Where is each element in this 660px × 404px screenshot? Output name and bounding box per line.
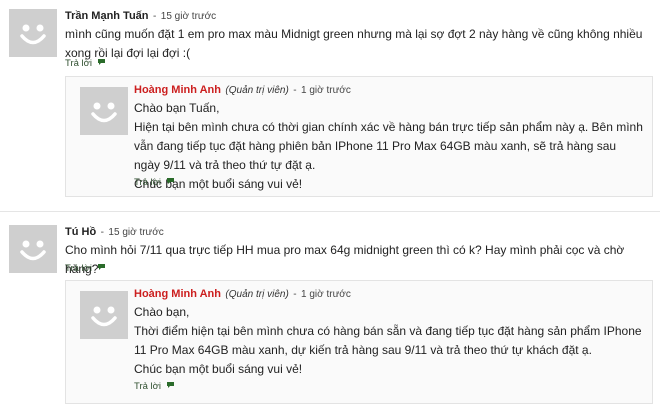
reply-time: 1 giờ trước bbox=[301, 289, 351, 300]
reply-button[interactable]: Trả lời bbox=[134, 381, 175, 392]
speech-bubble-icon bbox=[97, 58, 106, 69]
reply-label: Trả lời bbox=[65, 58, 92, 69]
avatar bbox=[80, 291, 128, 339]
reply-label: Trả lời bbox=[134, 381, 161, 392]
comment-time: 15 giờ trước bbox=[108, 227, 164, 238]
comment-time: 15 giờ trước bbox=[160, 11, 217, 22]
avatar bbox=[9, 225, 57, 273]
separator: - bbox=[152, 11, 157, 22]
comment-author: Trần Mạnh Tuấn bbox=[65, 10, 149, 22]
reply-greeting: Chào bạn Tuấn, bbox=[134, 101, 220, 115]
reply-role: (Quản trị viên) bbox=[225, 85, 289, 96]
avatar bbox=[80, 87, 128, 135]
reply-author: Hoàng Minh Anh bbox=[134, 84, 221, 96]
admin-reply: Hoàng Minh Anh (Quản trị viên) - 1 giờ t… bbox=[65, 280, 653, 404]
reply-role: (Quản trị viên) bbox=[225, 289, 289, 300]
comment-author: Tú Hồ bbox=[65, 226, 97, 238]
reply-button[interactable]: Trả lời bbox=[134, 177, 175, 188]
reply-button[interactable]: Trả lời bbox=[65, 263, 106, 274]
speech-bubble-icon bbox=[166, 177, 175, 188]
reply-label: Trả lời bbox=[65, 263, 92, 274]
separator: - bbox=[293, 289, 297, 300]
speech-bubble-icon bbox=[166, 381, 175, 392]
reply-time: 1 giờ trước bbox=[301, 85, 351, 96]
reply-button[interactable]: Trả lời bbox=[65, 58, 106, 69]
avatar bbox=[9, 9, 57, 57]
reply-label: Trả lời bbox=[134, 177, 161, 188]
reply-content: Hiện tại bên mình chưa có thời gian chín… bbox=[134, 120, 643, 172]
reply-author: Hoàng Minh Anh bbox=[134, 288, 221, 300]
reply-greeting: Chào bạn, bbox=[134, 305, 190, 319]
reply-body: Chào bạn, Thời điểm hiện tại bên mình ch… bbox=[134, 303, 644, 379]
reply-closing: Chúc bạn một buổi sáng vui vẻ! bbox=[134, 177, 303, 191]
separator: - bbox=[100, 227, 104, 238]
divider bbox=[0, 211, 660, 212]
comment-body: Cho mình hỏi 7/11 qua trực tiếp HH mua p… bbox=[65, 243, 625, 276]
reply-closing: Chúc bạn một buổi sáng vui vẻ! bbox=[134, 362, 303, 376]
admin-reply: Hoàng Minh Anh (Quản trị viên) - 1 giờ t… bbox=[65, 76, 653, 197]
speech-bubble-icon bbox=[97, 263, 106, 274]
reply-body: Chào bạn Tuấn, Hiện tại bên mình chưa có… bbox=[134, 99, 644, 194]
comment-body: mình cũng muốn đặt 1 em pro max màu Midn… bbox=[65, 27, 643, 60]
reply-content: Thời điểm hiện tại bên mình chưa có hàng… bbox=[134, 324, 642, 357]
separator: - bbox=[293, 85, 297, 96]
